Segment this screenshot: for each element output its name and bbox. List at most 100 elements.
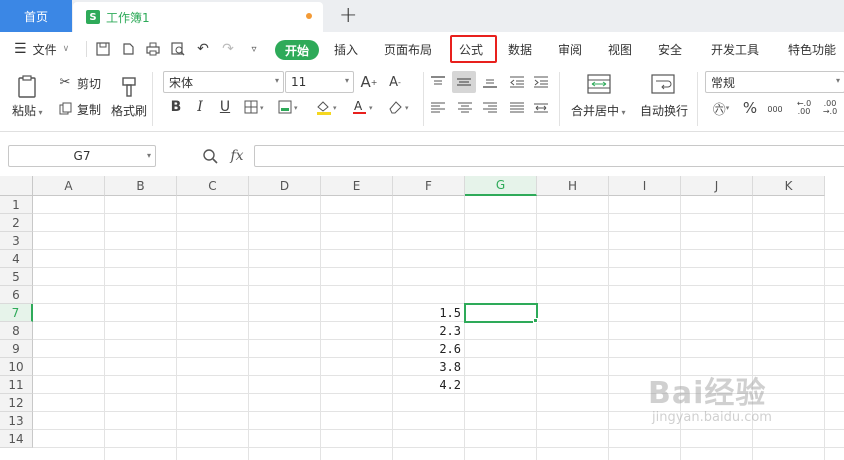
underline-button[interactable]: U bbox=[217, 98, 233, 116]
undo-icon[interactable]: ↶ bbox=[195, 41, 211, 57]
cell-f7[interactable]: 1.5 bbox=[401, 306, 461, 320]
currency-icon[interactable]: ㊅ ▾ bbox=[708, 99, 734, 118]
tab-review[interactable]: 审阅 bbox=[558, 32, 582, 66]
name-box[interactable]: G7 ▾ bbox=[8, 145, 156, 167]
row-header-13[interactable]: 13 bbox=[0, 412, 33, 430]
font-size-select[interactable]: 11 ▾ bbox=[285, 71, 354, 93]
row-header-6[interactable]: 6 bbox=[0, 286, 33, 304]
justify-icon[interactable] bbox=[508, 99, 526, 117]
column-header-b[interactable]: B bbox=[105, 176, 177, 196]
thousands-separator-button[interactable]: 000 bbox=[764, 100, 786, 118]
tab-home[interactable]: 首页 bbox=[0, 0, 72, 32]
row-header-2[interactable]: 2 bbox=[0, 214, 33, 232]
select-all-corner[interactable] bbox=[0, 176, 33, 196]
column-header-j[interactable]: J bbox=[681, 176, 753, 196]
column-header-c[interactable]: C bbox=[177, 176, 249, 196]
cell-f8[interactable]: 2.3 bbox=[401, 324, 461, 338]
bold-button[interactable]: B bbox=[168, 98, 184, 116]
increase-decimal-icon[interactable]: ←.0.00 bbox=[794, 99, 814, 117]
tab-view[interactable]: 视图 bbox=[608, 32, 632, 66]
column-header-g[interactable]: G bbox=[465, 176, 537, 196]
align-top-icon[interactable] bbox=[429, 73, 447, 91]
formula-input[interactable] bbox=[254, 145, 844, 167]
font-name-select[interactable]: 宋体 ▾ bbox=[163, 71, 284, 93]
cell-f9[interactable]: 2.6 bbox=[401, 342, 461, 356]
tab-data[interactable]: 数据 bbox=[508, 32, 532, 66]
grid-line bbox=[824, 196, 825, 460]
print-preview-icon[interactable] bbox=[170, 41, 186, 57]
align-bottom-icon[interactable] bbox=[481, 73, 499, 91]
distributed-align-icon[interactable] bbox=[532, 99, 550, 117]
zoom-search-icon[interactable] bbox=[201, 147, 219, 165]
decrease-indent-icon[interactable] bbox=[508, 73, 526, 91]
tab-security[interactable]: 安全 bbox=[658, 32, 682, 66]
wrap-text-button[interactable]: 自动换行 bbox=[640, 102, 688, 119]
redo-icon[interactable]: ↷ bbox=[220, 41, 236, 57]
paste-icon[interactable] bbox=[14, 74, 42, 100]
copy-button[interactable]: 复制 bbox=[77, 101, 101, 118]
row-header-4[interactable]: 4 bbox=[0, 250, 33, 268]
align-left-icon[interactable] bbox=[429, 99, 447, 117]
borders-icon[interactable]: ▾ bbox=[243, 99, 269, 115]
row-header-3[interactable]: 3 bbox=[0, 232, 33, 250]
align-right-icon[interactable] bbox=[481, 99, 499, 117]
paste-label: 粘贴 bbox=[12, 104, 37, 118]
column-header-a[interactable]: A bbox=[33, 176, 105, 196]
grid-line bbox=[33, 339, 844, 340]
decrease-decimal-icon[interactable]: .00 →.0 bbox=[820, 99, 840, 117]
merge-center-button[interactable]: 合并居中 ▾ bbox=[571, 102, 626, 119]
export-icon[interactable] bbox=[120, 41, 136, 57]
fill-color-icon[interactable]: ▾ bbox=[314, 99, 342, 115]
tab-page-layout[interactable]: 页面布局 bbox=[384, 32, 432, 66]
column-header-k[interactable]: K bbox=[753, 176, 825, 196]
tab-insert[interactable]: 插入 bbox=[334, 32, 358, 66]
tab-developer[interactable]: 开发工具 bbox=[711, 32, 759, 66]
wrap-text-icon[interactable] bbox=[650, 73, 676, 95]
selected-cell[interactable] bbox=[464, 303, 538, 323]
column-header-i[interactable]: I bbox=[609, 176, 681, 196]
italic-button[interactable]: I bbox=[192, 98, 208, 116]
decrease-font-icon[interactable]: A- bbox=[386, 72, 404, 92]
grid-line bbox=[33, 285, 844, 286]
cut-button[interactable]: 剪切 bbox=[77, 75, 101, 92]
print-icon[interactable] bbox=[145, 41, 161, 57]
save-icon[interactable] bbox=[95, 41, 111, 57]
column-header-e[interactable]: E bbox=[321, 176, 393, 196]
column-header-f[interactable]: F bbox=[393, 176, 465, 196]
cell-style-icon[interactable]: ▾ bbox=[277, 99, 303, 115]
row-header-14[interactable]: 14 bbox=[0, 430, 33, 448]
column-header-h[interactable]: H bbox=[537, 176, 609, 196]
paste-button[interactable]: 粘贴 ▾ bbox=[12, 102, 43, 119]
format-painter-icon[interactable] bbox=[116, 74, 142, 100]
row-header-10[interactable]: 10 bbox=[0, 358, 33, 376]
tab-special-features[interactable]: 特色功能 bbox=[788, 32, 836, 66]
clear-format-icon[interactable]: ▾ bbox=[386, 99, 414, 115]
customize-toolbar-icon[interactable]: ▿ bbox=[246, 41, 262, 57]
fill-handle[interactable] bbox=[533, 318, 538, 323]
cell-f11[interactable]: 4.2 bbox=[401, 378, 461, 392]
align-center-icon[interactable] bbox=[456, 99, 474, 117]
merge-center-icon[interactable] bbox=[586, 73, 612, 95]
column-header-d[interactable]: D bbox=[249, 176, 321, 196]
align-middle-icon[interactable] bbox=[452, 71, 476, 93]
cell-f10[interactable]: 3.8 bbox=[401, 360, 461, 374]
grid-line bbox=[464, 196, 465, 460]
tab-workbook[interactable]: S 工作簿1 bbox=[73, 2, 323, 32]
file-menu[interactable]: ☰ 文件 ∨ bbox=[14, 32, 69, 66]
number-format-select[interactable]: 常规 ▾ bbox=[705, 71, 844, 93]
increase-font-icon[interactable]: A + bbox=[360, 72, 378, 92]
row-header-8[interactable]: 8 bbox=[0, 322, 33, 340]
tab-start[interactable]: 开始 bbox=[275, 40, 319, 60]
percent-button[interactable]: % bbox=[741, 99, 759, 117]
row-header-11[interactable]: 11 bbox=[0, 376, 33, 394]
font-color-icon[interactable]: A ▾ bbox=[350, 99, 378, 115]
row-header-7[interactable]: 7 bbox=[0, 304, 33, 322]
new-tab-button[interactable]: + bbox=[339, 3, 357, 28]
increase-indent-icon[interactable] bbox=[532, 73, 550, 91]
row-header-12[interactable]: 12 bbox=[0, 394, 33, 412]
insert-function-button[interactable]: fx bbox=[227, 146, 247, 166]
row-header-1[interactable]: 1 bbox=[0, 196, 33, 214]
row-header-5[interactable]: 5 bbox=[0, 268, 33, 286]
row-header-9[interactable]: 9 bbox=[0, 340, 33, 358]
format-painter-button[interactable]: 格式刷 bbox=[111, 102, 147, 119]
